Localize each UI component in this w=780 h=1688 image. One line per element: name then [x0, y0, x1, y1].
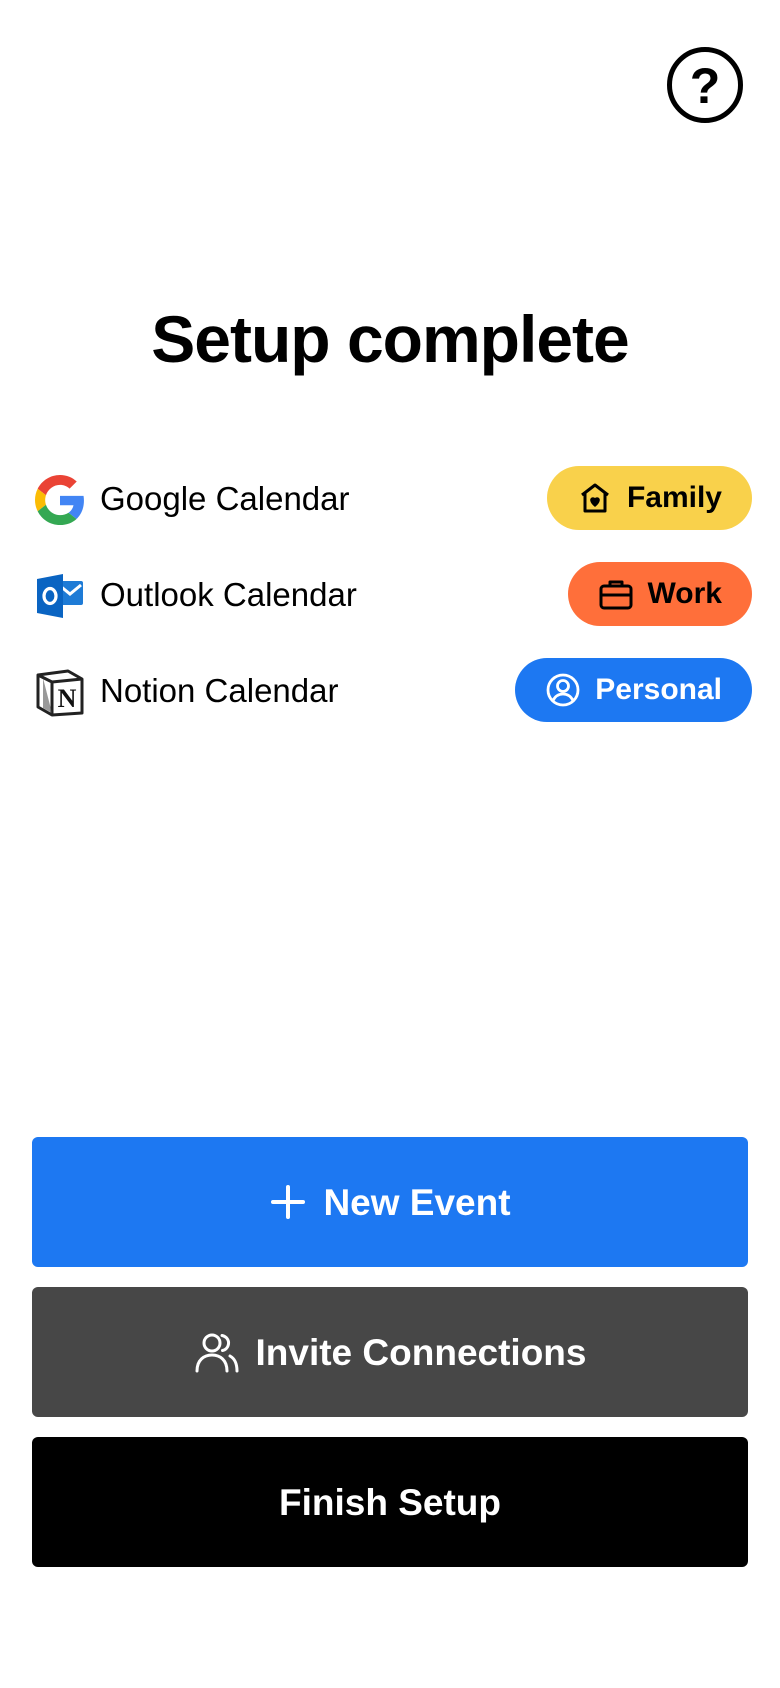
home-heart-icon — [577, 480, 613, 516]
notion-icon: N — [35, 667, 85, 717]
calendar-name: Google Calendar — [100, 480, 350, 517]
google-icon — [35, 475, 85, 525]
new-event-label: New Event — [323, 1181, 511, 1223]
help-button[interactable]: ? — [667, 47, 743, 123]
new-event-button[interactable]: New Event — [32, 1137, 748, 1267]
tag-work[interactable]: Work — [567, 562, 752, 626]
finish-setup-button[interactable]: Finish Setup — [32, 1437, 748, 1567]
plus-icon — [269, 1183, 307, 1221]
finish-setup-label: Finish Setup — [279, 1481, 501, 1523]
page-title: Setup complete — [151, 302, 629, 376]
briefcase-icon — [598, 576, 634, 612]
user-circle-icon — [545, 672, 581, 708]
svg-text:N: N — [58, 684, 77, 713]
calendar-row-google: Google Calendar Family — [35, 466, 752, 530]
calendar-row-notion: N Notion Calendar Personal — [35, 658, 752, 722]
calendar-name: Notion Calendar — [100, 672, 339, 709]
tag-label: Work — [647, 577, 722, 610]
invite-connections-label: Invite Connections — [255, 1331, 587, 1373]
question-mark-icon: ? — [689, 58, 721, 114]
tag-personal[interactable]: Personal — [515, 658, 752, 722]
outlook-icon — [35, 571, 85, 621]
calendar-row-outlook: Outlook Calendar Work — [35, 562, 752, 626]
tag-family[interactable]: Family — [546, 466, 752, 530]
users-icon — [194, 1331, 240, 1373]
tag-label: Family — [626, 481, 722, 514]
calendar-name: Outlook Calendar — [100, 576, 357, 613]
invite-connections-button[interactable]: Invite Connections — [32, 1287, 748, 1417]
tag-label: Personal — [595, 673, 722, 706]
